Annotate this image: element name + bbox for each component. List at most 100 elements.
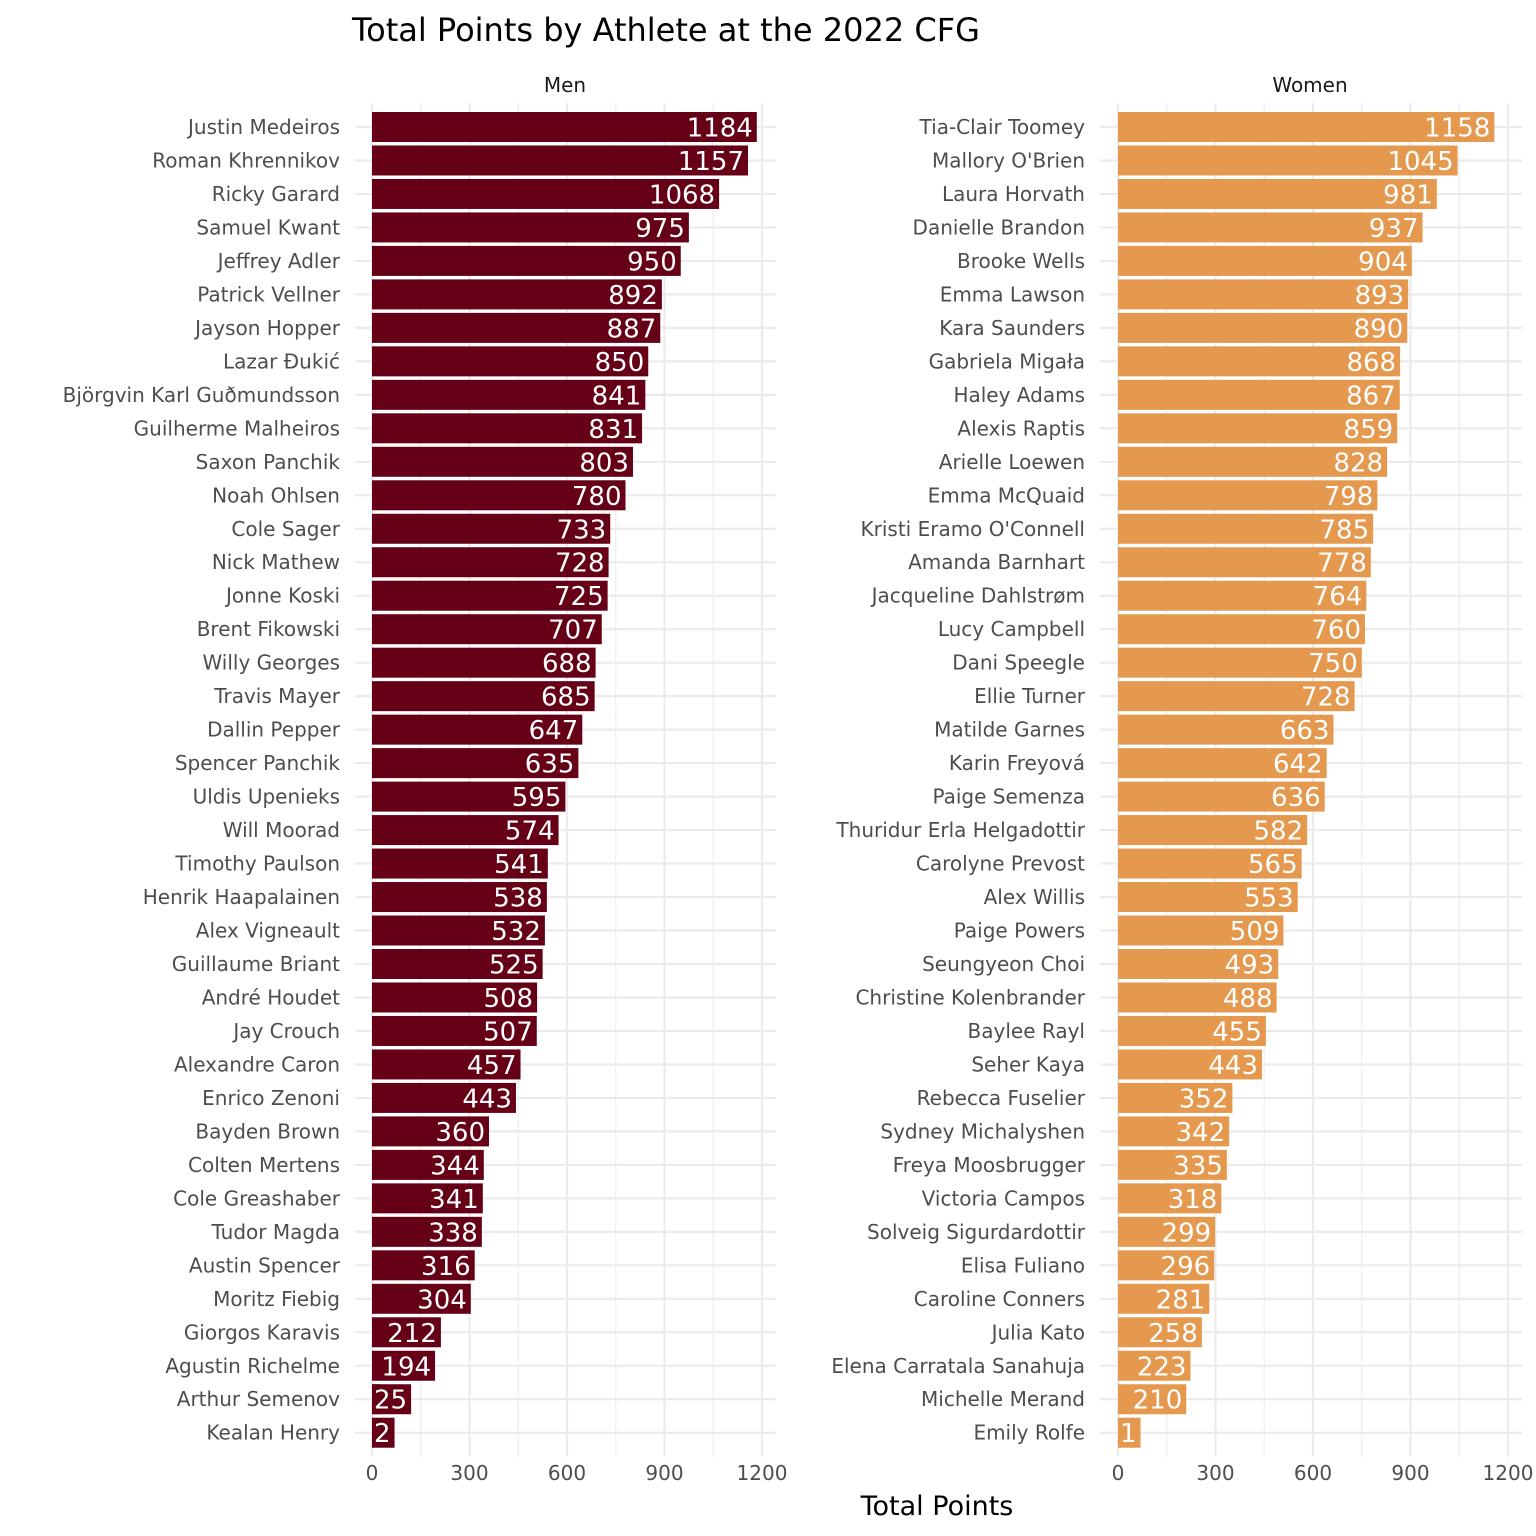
y-tick-label: Patrick Vellner xyxy=(197,282,341,306)
bar-value-label: 488 xyxy=(1223,984,1273,1014)
y-tick-label: Seher Kaya xyxy=(971,1052,1085,1076)
bar-value-label: 1045 xyxy=(1387,147,1453,177)
bar-value-label: 455 xyxy=(1212,1017,1262,1047)
y-tick-label: Ricky Garard xyxy=(212,182,340,206)
x-tick-label: 1200 xyxy=(1483,1461,1534,1485)
bar-value-label: 344 xyxy=(430,1151,480,1181)
y-tick-label: Uldis Upenieks xyxy=(193,785,340,809)
bar-value-label: 541 xyxy=(494,850,544,880)
bar-value-label: 867 xyxy=(1346,381,1396,411)
y-tick-label: Lucy Campbell xyxy=(938,617,1085,641)
bar-value-label: 457 xyxy=(467,1051,517,1081)
bar-value-label: 316 xyxy=(421,1252,471,1282)
y-tick-label: Freya Moosbrugger xyxy=(893,1153,1086,1177)
bar-value-label: 335 xyxy=(1173,1151,1223,1181)
y-tick-label: Gabriela Migała xyxy=(929,349,1085,373)
y-tick-label: Guilherme Malheiros xyxy=(134,416,340,440)
y-tick-label: Alex Willis xyxy=(984,885,1085,909)
bar-value-label: 798 xyxy=(1324,482,1374,512)
bar-value-label: 728 xyxy=(555,549,605,579)
y-tick-label: Alexandre Caron xyxy=(174,1052,340,1076)
y-tick-label: Jacqueline Dahlstrøm xyxy=(870,584,1085,608)
bar-value-label: 831 xyxy=(588,415,638,445)
bar-value-label: 582 xyxy=(1254,817,1304,847)
y-tick-label: Tia-Clair Toomey xyxy=(919,115,1086,139)
y-tick-label: Samuel Kwant xyxy=(196,215,340,239)
y-tick-label: Tudor Magda xyxy=(210,1220,340,1244)
bar-value-label: 904 xyxy=(1358,247,1408,277)
bar-value-label: 642 xyxy=(1273,750,1323,780)
bar-value-label: 828 xyxy=(1333,448,1383,478)
bar-value-label: 893 xyxy=(1355,281,1405,311)
bar-value-label: 304 xyxy=(417,1285,467,1315)
y-tick-label: Björgvin Karl Guðmundsson xyxy=(63,383,340,407)
bar-value-label: 647 xyxy=(529,716,579,746)
bar-value-label: 635 xyxy=(525,750,575,780)
bar-value-label: 975 xyxy=(635,214,685,244)
chart: Total Points by Athlete at the 2022 CFG … xyxy=(63,11,1534,1522)
y-tick-label: Caroline Conners xyxy=(914,1287,1085,1311)
bar-value-label: 785 xyxy=(1319,515,1369,545)
y-tick-label: Saxon Panchik xyxy=(196,450,341,474)
bar-value-label: 299 xyxy=(1162,1218,1212,1248)
bar-value-label: 685 xyxy=(541,683,591,713)
y-tick-label: Spencer Panchik xyxy=(175,751,341,775)
y-tick-label: Brent Fikowski xyxy=(197,617,340,641)
bar-value-label: 1157 xyxy=(678,147,744,177)
bar-value-label: 553 xyxy=(1244,884,1294,914)
y-tick-label: Alexis Raptis xyxy=(957,416,1085,440)
bar-value-label: 508 xyxy=(483,984,533,1014)
y-tick-label: Karin Freyová xyxy=(949,751,1085,775)
bar-value-label: 223 xyxy=(1137,1352,1187,1382)
bar-value-label: 1 xyxy=(1120,1419,1137,1449)
y-tick-label: Brooke Wells xyxy=(957,249,1085,273)
y-tick-label: Solveig Sigurdardottir xyxy=(867,1220,1086,1244)
chart-title: Total Points by Athlete at the 2022 CFG xyxy=(351,11,980,49)
x-tick-label: 0 xyxy=(366,1461,379,1485)
y-tick-label: Paige Semenza xyxy=(932,785,1085,809)
bar-value-label: 525 xyxy=(489,951,539,981)
y-tick-label: Colten Mertens xyxy=(188,1153,340,1177)
facet-strip-label: Women xyxy=(1272,73,1347,97)
bar-value-label: 318 xyxy=(1168,1185,1218,1215)
y-tick-label: Lazar Đukić xyxy=(223,349,340,373)
bar-value-label: 281 xyxy=(1156,1285,1206,1315)
y-tick-label: Justin Medeiros xyxy=(186,115,340,139)
y-tick-label: Emily Rolfe xyxy=(973,1421,1085,1445)
x-tick-label: 900 xyxy=(1391,1461,1429,1485)
y-tick-label: Seungyeon Choi xyxy=(922,952,1085,976)
bar-value-label: 850 xyxy=(595,348,645,378)
bar-value-label: 212 xyxy=(387,1319,437,1349)
bar-value-label: 1158 xyxy=(1424,114,1490,144)
y-tick-label: Kristi Eramo O'Connell xyxy=(861,517,1085,541)
y-tick-label: Giorgos Karavis xyxy=(184,1320,340,1344)
y-tick-label: Emma McQuaid xyxy=(928,483,1085,507)
y-tick-label: Sydney Michalyshen xyxy=(880,1119,1085,1143)
x-tick-label: 600 xyxy=(1294,1461,1332,1485)
facet-strip-label: Men xyxy=(544,73,586,97)
bar-value-label: 778 xyxy=(1317,549,1367,579)
bar-value-label: 780 xyxy=(572,482,622,512)
facet-panel-men: Men 1184 Justin Medeiros 1157 Roman Khrennik… xyxy=(63,73,788,1485)
x-tick-label: 300 xyxy=(450,1461,488,1485)
bar-value-label: 443 xyxy=(1208,1051,1258,1081)
y-tick-label: Jeffrey Adler xyxy=(216,249,341,273)
y-tick-label: Paige Powers xyxy=(954,919,1085,943)
x-tick-label: 1200 xyxy=(737,1461,788,1485)
bar-value-label: 890 xyxy=(1354,314,1404,344)
y-tick-label: Austin Spencer xyxy=(189,1253,341,1277)
y-tick-label: Mallory O'Brien xyxy=(932,148,1085,172)
bar-value-label: 887 xyxy=(607,314,657,344)
y-tick-label: Emma Lawson xyxy=(940,282,1085,306)
y-tick-label: Thuridur Erla Helgadottir xyxy=(835,818,1085,842)
x-tick-label: 300 xyxy=(1196,1461,1234,1485)
bar-value-label: 509 xyxy=(1230,917,1280,947)
bar-value-label: 1184 xyxy=(687,114,753,144)
y-tick-label: Agustin Richelme xyxy=(165,1354,340,1378)
bar-value-label: 352 xyxy=(1179,1084,1229,1114)
y-tick-label: Dallin Pepper xyxy=(207,718,341,742)
y-tick-label: Elisa Fuliano xyxy=(961,1253,1085,1277)
bar-value-label: 2 xyxy=(374,1419,391,1449)
y-tick-label: Danielle Brandon xyxy=(913,215,1085,239)
bar-value-label: 728 xyxy=(1301,683,1351,713)
